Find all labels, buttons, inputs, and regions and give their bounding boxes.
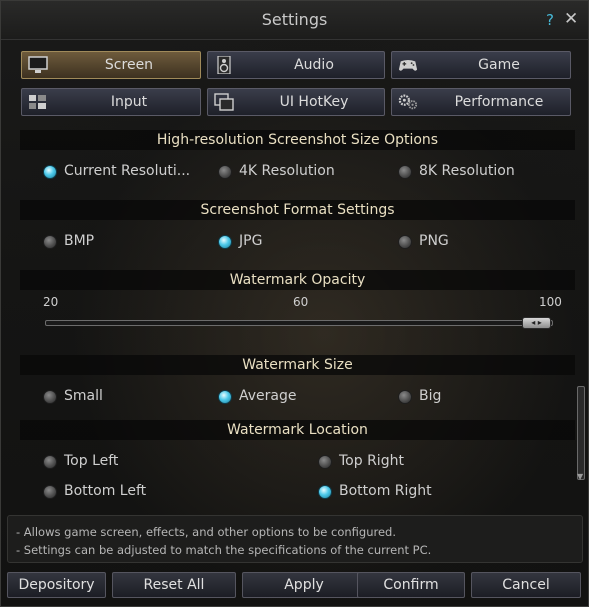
- radio-button[interactable]: [398, 235, 412, 249]
- section-header-screenshot-format: Screenshot Format Settings: [20, 200, 575, 220]
- window-title: Settings: [261, 10, 328, 29]
- option-label: Current Resoluti...: [64, 163, 191, 179]
- radio-bottom-right[interactable]: Bottom Right: [318, 483, 468, 501]
- cancel-button[interactable]: Cancel: [471, 572, 581, 598]
- tab-label: Screen: [104, 57, 154, 73]
- slider-min-label: 20: [43, 295, 59, 309]
- apply-button[interactable]: Apply: [242, 572, 366, 598]
- tab-label: UI HotKey: [279, 94, 349, 110]
- radio-bmp[interactable]: BMP: [43, 233, 163, 251]
- confirm-button[interactable]: Confirm: [357, 572, 465, 598]
- option-label: Small: [64, 388, 103, 404]
- option-label: Bottom Left: [64, 483, 147, 499]
- reset-all-button[interactable]: Reset All: [112, 572, 236, 598]
- option-label: Top Right: [339, 453, 404, 469]
- help-icon[interactable]: ?: [546, 11, 554, 29]
- radio-button[interactable]: [218, 235, 232, 249]
- scroll-down-icon[interactable]: ▼: [577, 472, 583, 481]
- tab-input[interactable]: Input: [21, 88, 201, 116]
- slider-max-label: 100: [539, 295, 562, 309]
- radio-4k-resolution[interactable]: 4K Resolution: [218, 163, 368, 181]
- section-header-watermark-location: Watermark Location: [20, 420, 575, 440]
- radio-button[interactable]: [43, 485, 57, 499]
- close-icon[interactable]: ✕: [564, 9, 578, 29]
- tab-game[interactable]: Game: [391, 51, 571, 79]
- option-label: JPG: [239, 233, 263, 249]
- radio-top-right[interactable]: Top Right: [318, 453, 468, 471]
- tab-audio[interactable]: Audio: [207, 51, 385, 79]
- title-bar[interactable]: Settings ? ✕: [1, 1, 588, 40]
- tab-screen[interactable]: Screen: [21, 51, 201, 79]
- section-header-watermark-opacity: Watermark Opacity: [20, 270, 575, 290]
- radio-button[interactable]: [318, 485, 332, 499]
- radio-current-resolution[interactable]: Current Resoluti...: [43, 163, 193, 181]
- radio-button[interactable]: [398, 390, 412, 404]
- settings-scrollbar[interactable]: [577, 386, 585, 480]
- radio-8k-resolution[interactable]: 8K Resolution: [398, 163, 548, 181]
- radio-bottom-left[interactable]: Bottom Left: [43, 483, 193, 501]
- tab-performance[interactable]: Performance: [391, 88, 571, 116]
- tab-label: Performance: [454, 94, 544, 110]
- radio-button[interactable]: [43, 165, 57, 179]
- radio-button[interactable]: [218, 390, 232, 404]
- radio-small[interactable]: Small: [43, 388, 163, 406]
- monitor-icon: [28, 56, 48, 73]
- radio-button[interactable]: [43, 390, 57, 404]
- radio-png[interactable]: PNG: [398, 233, 518, 251]
- opacity-slider-handle[interactable]: ◂ ▸: [522, 317, 551, 329]
- radio-button[interactable]: [218, 165, 232, 179]
- radio-big[interactable]: Big: [398, 388, 518, 406]
- radio-button[interactable]: [43, 455, 57, 469]
- opacity-slider-track[interactable]: [45, 320, 553, 326]
- section-header-watermark-size: Watermark Size: [20, 355, 575, 375]
- option-label: Average: [239, 388, 297, 404]
- tab-ui-hotkey[interactable]: UI HotKey: [207, 88, 385, 116]
- option-label: BMP: [64, 233, 95, 249]
- description-line: - Settings can be adjusted to match the …: [16, 543, 432, 557]
- description-box: - Allows game screen, effects, and other…: [7, 515, 583, 563]
- option-label: 4K Resolution: [239, 163, 335, 179]
- tab-label: Audio: [294, 57, 334, 73]
- depository-button[interactable]: Depository: [7, 572, 106, 598]
- option-label: Bottom Right: [339, 483, 432, 499]
- radio-jpg[interactable]: JPG: [218, 233, 338, 251]
- option-label: PNG: [419, 233, 449, 249]
- tab-label: Game: [478, 57, 520, 73]
- settings-window: Settings ? ✕ Screen Audio Game Input UI …: [0, 0, 589, 607]
- gears-icon: [398, 94, 418, 110]
- tab-label: Input: [110, 94, 148, 110]
- keyboard-icon: [29, 95, 46, 109]
- radio-button[interactable]: [398, 165, 412, 179]
- option-label: 8K Resolution: [419, 163, 515, 179]
- option-label: Top Left: [64, 453, 119, 469]
- slider-mid-label: 60: [293, 295, 309, 309]
- description-line: - Allows game screen, effects, and other…: [16, 525, 396, 539]
- radio-button[interactable]: [318, 455, 332, 469]
- radio-average[interactable]: Average: [218, 388, 338, 406]
- option-label: Big: [419, 388, 442, 404]
- gamepad-icon: [398, 60, 418, 71]
- section-header-screenshot-size: High-resolution Screenshot Size Options: [20, 130, 575, 150]
- radio-top-left[interactable]: Top Left: [43, 453, 193, 471]
- radio-button[interactable]: [43, 235, 57, 249]
- window-icon: [214, 93, 234, 111]
- speaker-icon: [217, 56, 231, 74]
